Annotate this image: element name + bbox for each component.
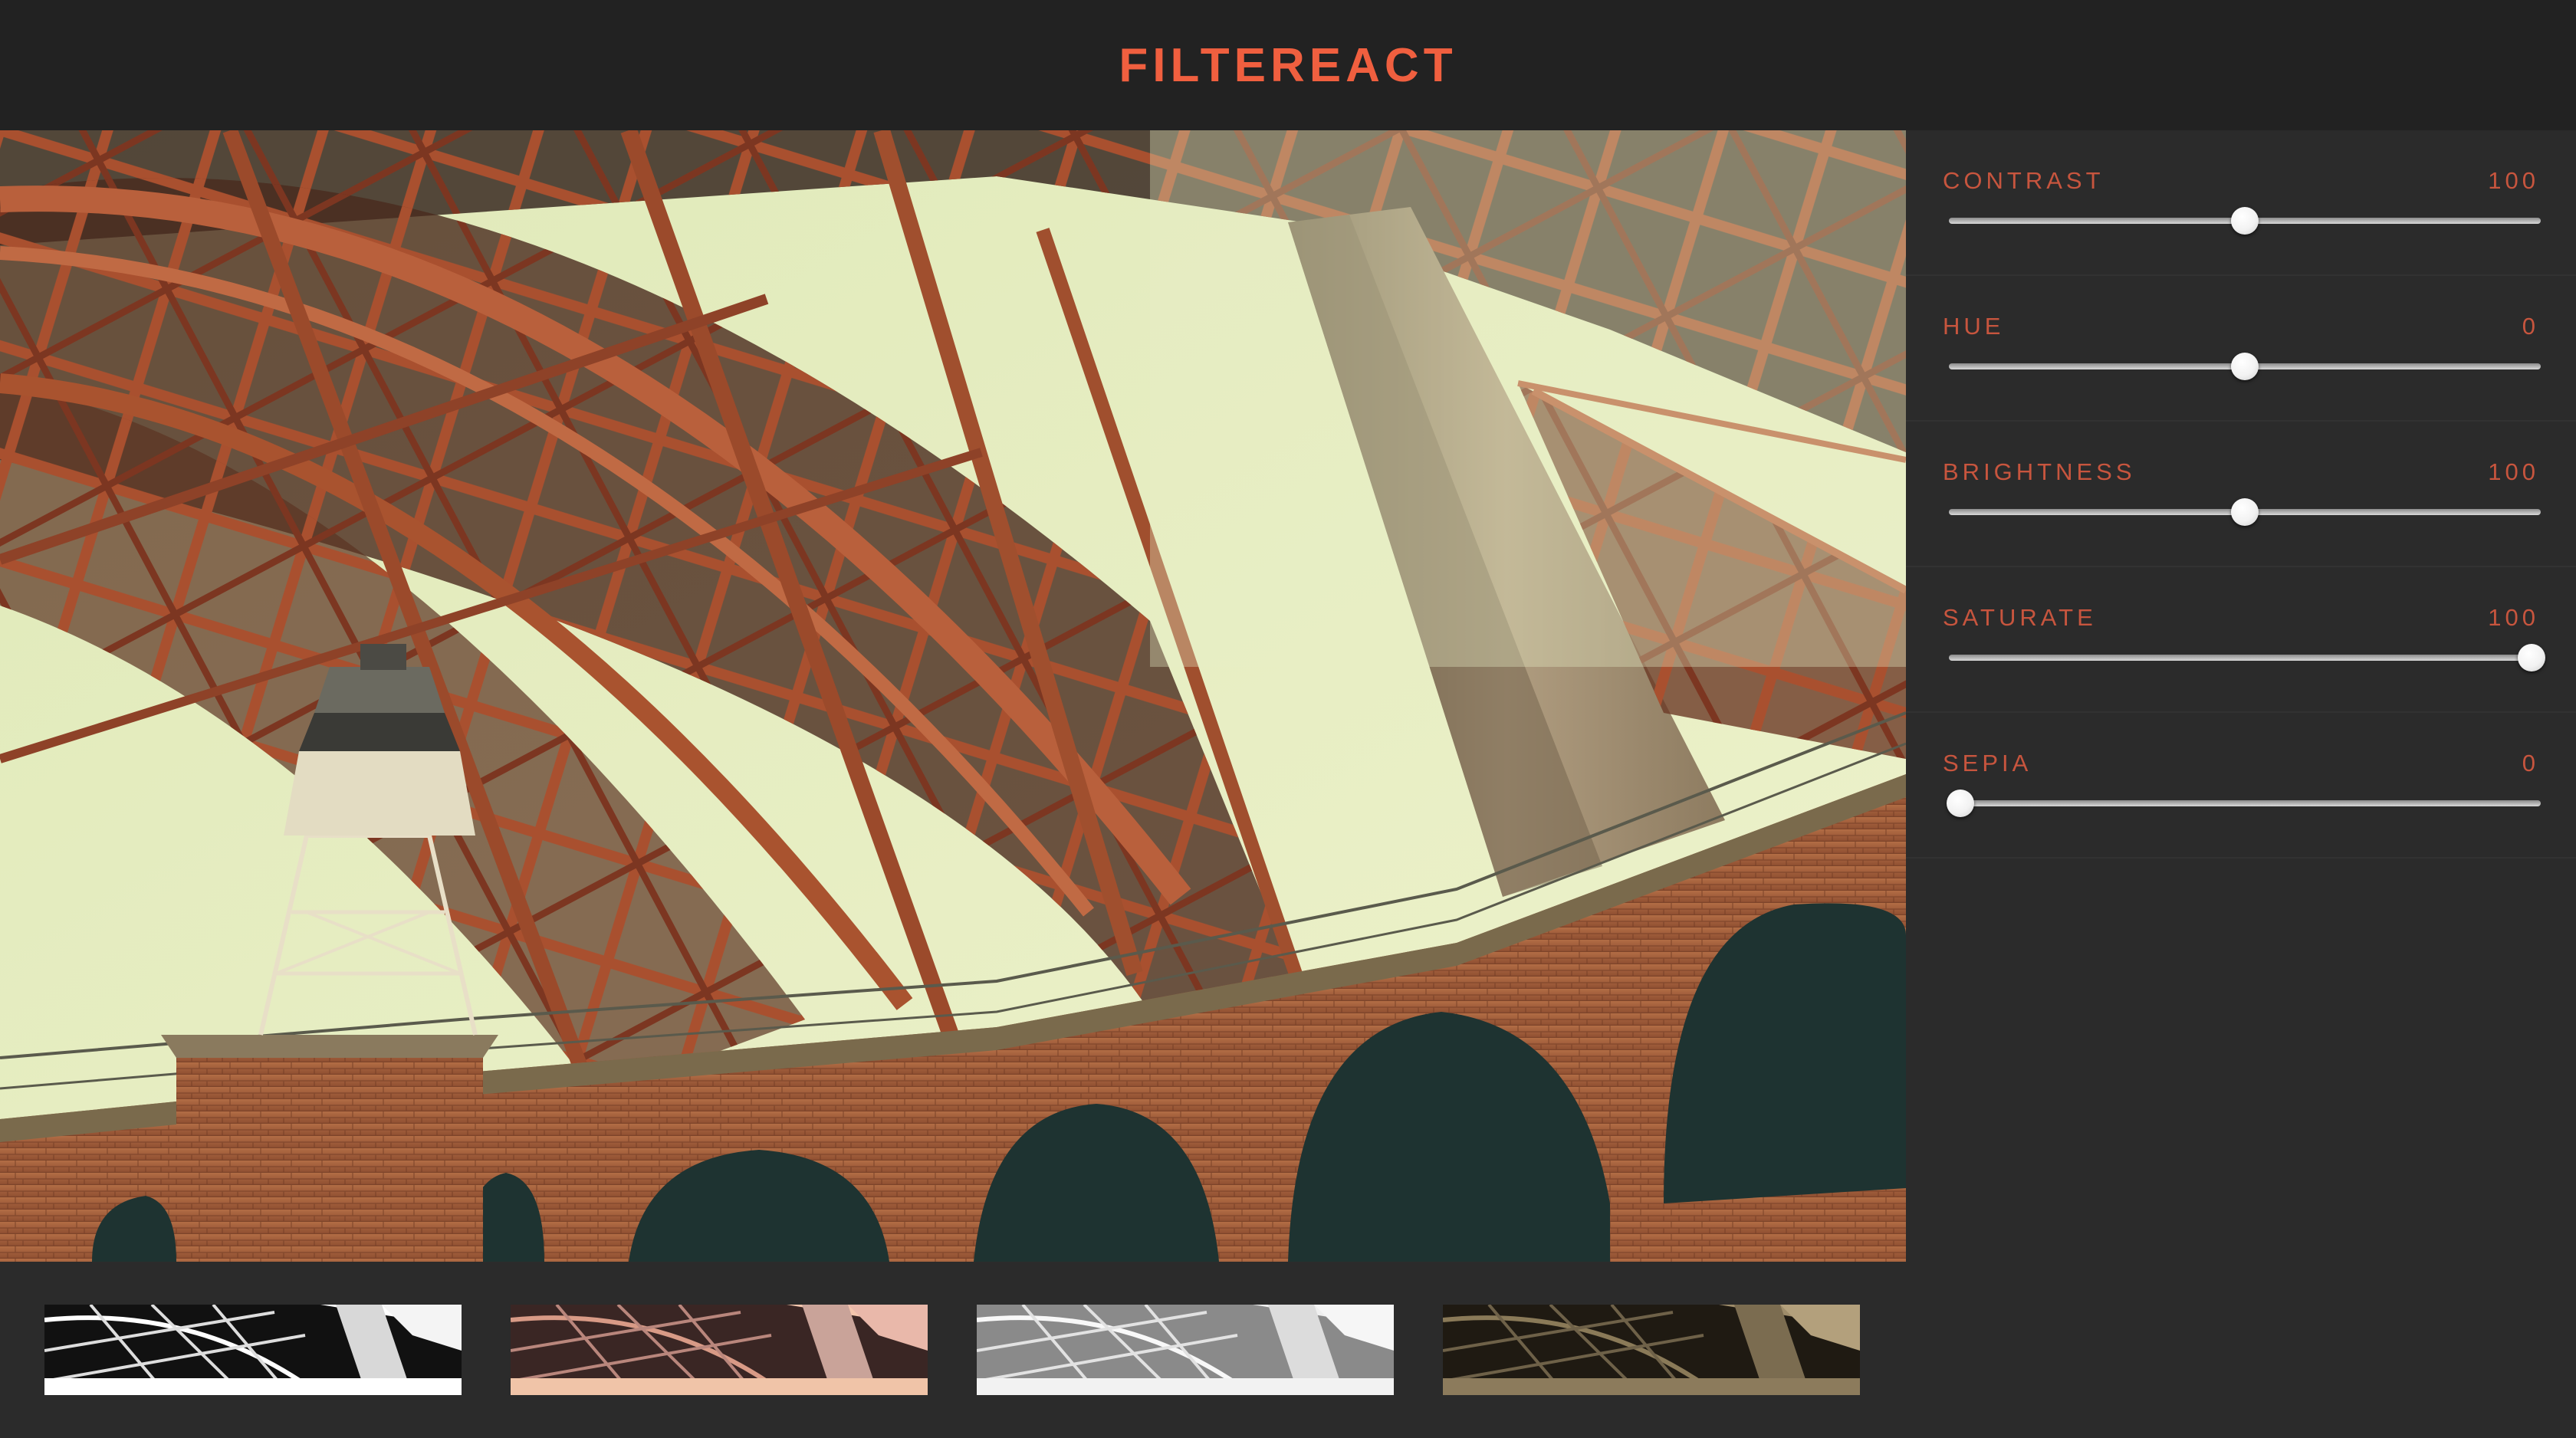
app-header: FILTEREACT xyxy=(0,0,2576,130)
saturate-slider[interactable] xyxy=(1949,644,2546,671)
contrast-control: CONTRAST 100 xyxy=(1906,130,2576,276)
bridge-photo xyxy=(0,130,1906,1262)
preset-thumbnail-warm[interactable] xyxy=(511,1305,928,1395)
hue-value: 0 xyxy=(2522,313,2539,340)
contrast-label: CONTRAST xyxy=(1943,167,2104,194)
sepia-slider[interactable] xyxy=(1947,790,2541,817)
preset-thumbnail-sepia[interactable] xyxy=(1443,1305,1860,1395)
main-photo xyxy=(0,130,1906,1262)
saturate-label: SATURATE xyxy=(1943,604,2097,631)
hue-slider[interactable] xyxy=(1949,353,2541,380)
contrast-value: 100 xyxy=(2488,167,2539,194)
app-title: FILTEREACT xyxy=(1119,38,1457,92)
contrast-slider-handle[interactable] xyxy=(2231,207,2259,235)
brightness-slider-handle[interactable] xyxy=(2231,498,2259,526)
hue-slider-handle[interactable] xyxy=(2231,353,2259,380)
brightness-slider[interactable] xyxy=(1949,498,2541,526)
sepia-slider-handle[interactable] xyxy=(1947,790,1975,817)
preset-strip xyxy=(0,1262,1906,1438)
saturate-slider-handle[interactable] xyxy=(2518,644,2546,671)
filtereact-app: FILTEREACT CONTRAST 100 HUE 0 BRIGHTNESS… xyxy=(0,0,2576,1438)
brightness-label: BRIGHTNESS xyxy=(1943,458,2136,485)
sepia-value: 0 xyxy=(2522,750,2539,776)
brightness-control: BRIGHTNESS 100 xyxy=(1906,422,2576,567)
brightness-value: 100 xyxy=(2488,458,2539,485)
filter-controls-panel: CONTRAST 100 HUE 0 BRIGHTNESS 100 SATURA… xyxy=(1906,130,2576,1438)
saturate-control: SATURATE 100 xyxy=(1906,567,2576,713)
preset-thumbnail-light[interactable] xyxy=(977,1305,1394,1395)
saturate-value: 100 xyxy=(2488,604,2539,631)
sepia-control: SEPIA 0 xyxy=(1906,713,2576,859)
preset-thumbnail-grayscale[interactable] xyxy=(44,1305,462,1395)
contrast-slider[interactable] xyxy=(1949,207,2541,235)
hue-control: HUE 0 xyxy=(1906,276,2576,422)
sepia-label: SEPIA xyxy=(1943,750,2032,776)
hue-label: HUE xyxy=(1943,313,2005,340)
